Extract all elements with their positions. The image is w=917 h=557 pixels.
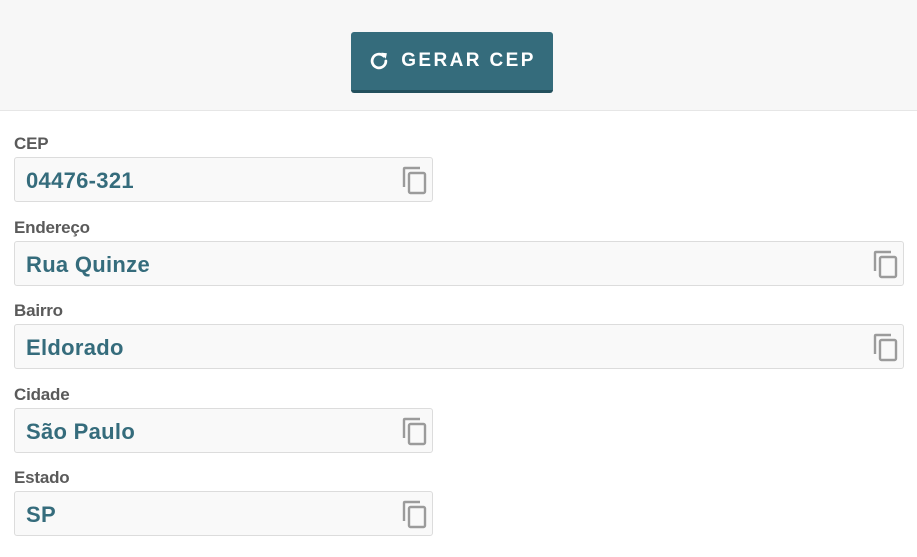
cidade-label: Cidade <box>14 385 70 404</box>
estado-value: SP <box>26 502 56 527</box>
refresh-icon <box>368 50 390 72</box>
bairro-label: Bairro <box>14 301 63 320</box>
endereco-value: Rua Quinze <box>26 252 151 277</box>
copy-icon[interactable] <box>872 333 900 363</box>
estado-field[interactable]: SP <box>14 491 433 536</box>
generate-cep-label: GERAR CEP <box>401 50 536 71</box>
cep-value: 04476-321 <box>26 168 134 193</box>
generate-cep-button[interactable]: GERAR CEP <box>351 32 553 93</box>
cidade-field[interactable]: São Paulo <box>14 408 433 453</box>
copy-icon[interactable] <box>872 250 900 280</box>
estado-label: Estado <box>14 468 70 487</box>
cep-field[interactable]: 04476-321 <box>14 157 433 202</box>
copy-icon[interactable] <box>401 166 429 196</box>
header-bar: GERAR CEP <box>0 0 917 111</box>
endereco-field[interactable]: Rua Quinze <box>14 241 904 286</box>
copy-icon[interactable] <box>401 500 429 530</box>
endereco-label: Endereço <box>14 218 90 237</box>
cidade-value: São Paulo <box>26 419 136 444</box>
cep-label: CEP <box>14 134 49 153</box>
copy-icon[interactable] <box>401 417 429 447</box>
bairro-value: Eldorado <box>26 335 124 360</box>
bairro-field[interactable]: Eldorado <box>14 324 904 369</box>
